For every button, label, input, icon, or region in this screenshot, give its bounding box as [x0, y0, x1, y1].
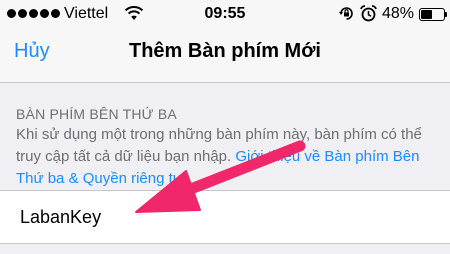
section-header: BÀN PHÍM BÊN THỨ BA: [16, 106, 177, 122]
keyboard-name: LabanKey: [20, 207, 102, 227]
page-title: Thêm Bàn phím Mới: [128, 40, 321, 62]
battery-fill: [421, 10, 432, 19]
battery-tip: [445, 12, 447, 17]
top-bar: Viettel 09:55 48% Hủy Thêm Bàn phím Mới: [0, 0, 450, 83]
section-description: Khi sử dụng một trong những bàn phím này…: [16, 124, 441, 190]
keyboard-list-item[interactable]: LabanKey: [0, 190, 450, 244]
rotation-lock-icon: [339, 7, 353, 20]
battery-icon: [419, 8, 448, 21]
status-bar: Viettel 09:55 48%: [0, 0, 450, 28]
battery-percentage: 48%: [382, 5, 415, 22]
alarm-icon: [360, 5, 377, 22]
